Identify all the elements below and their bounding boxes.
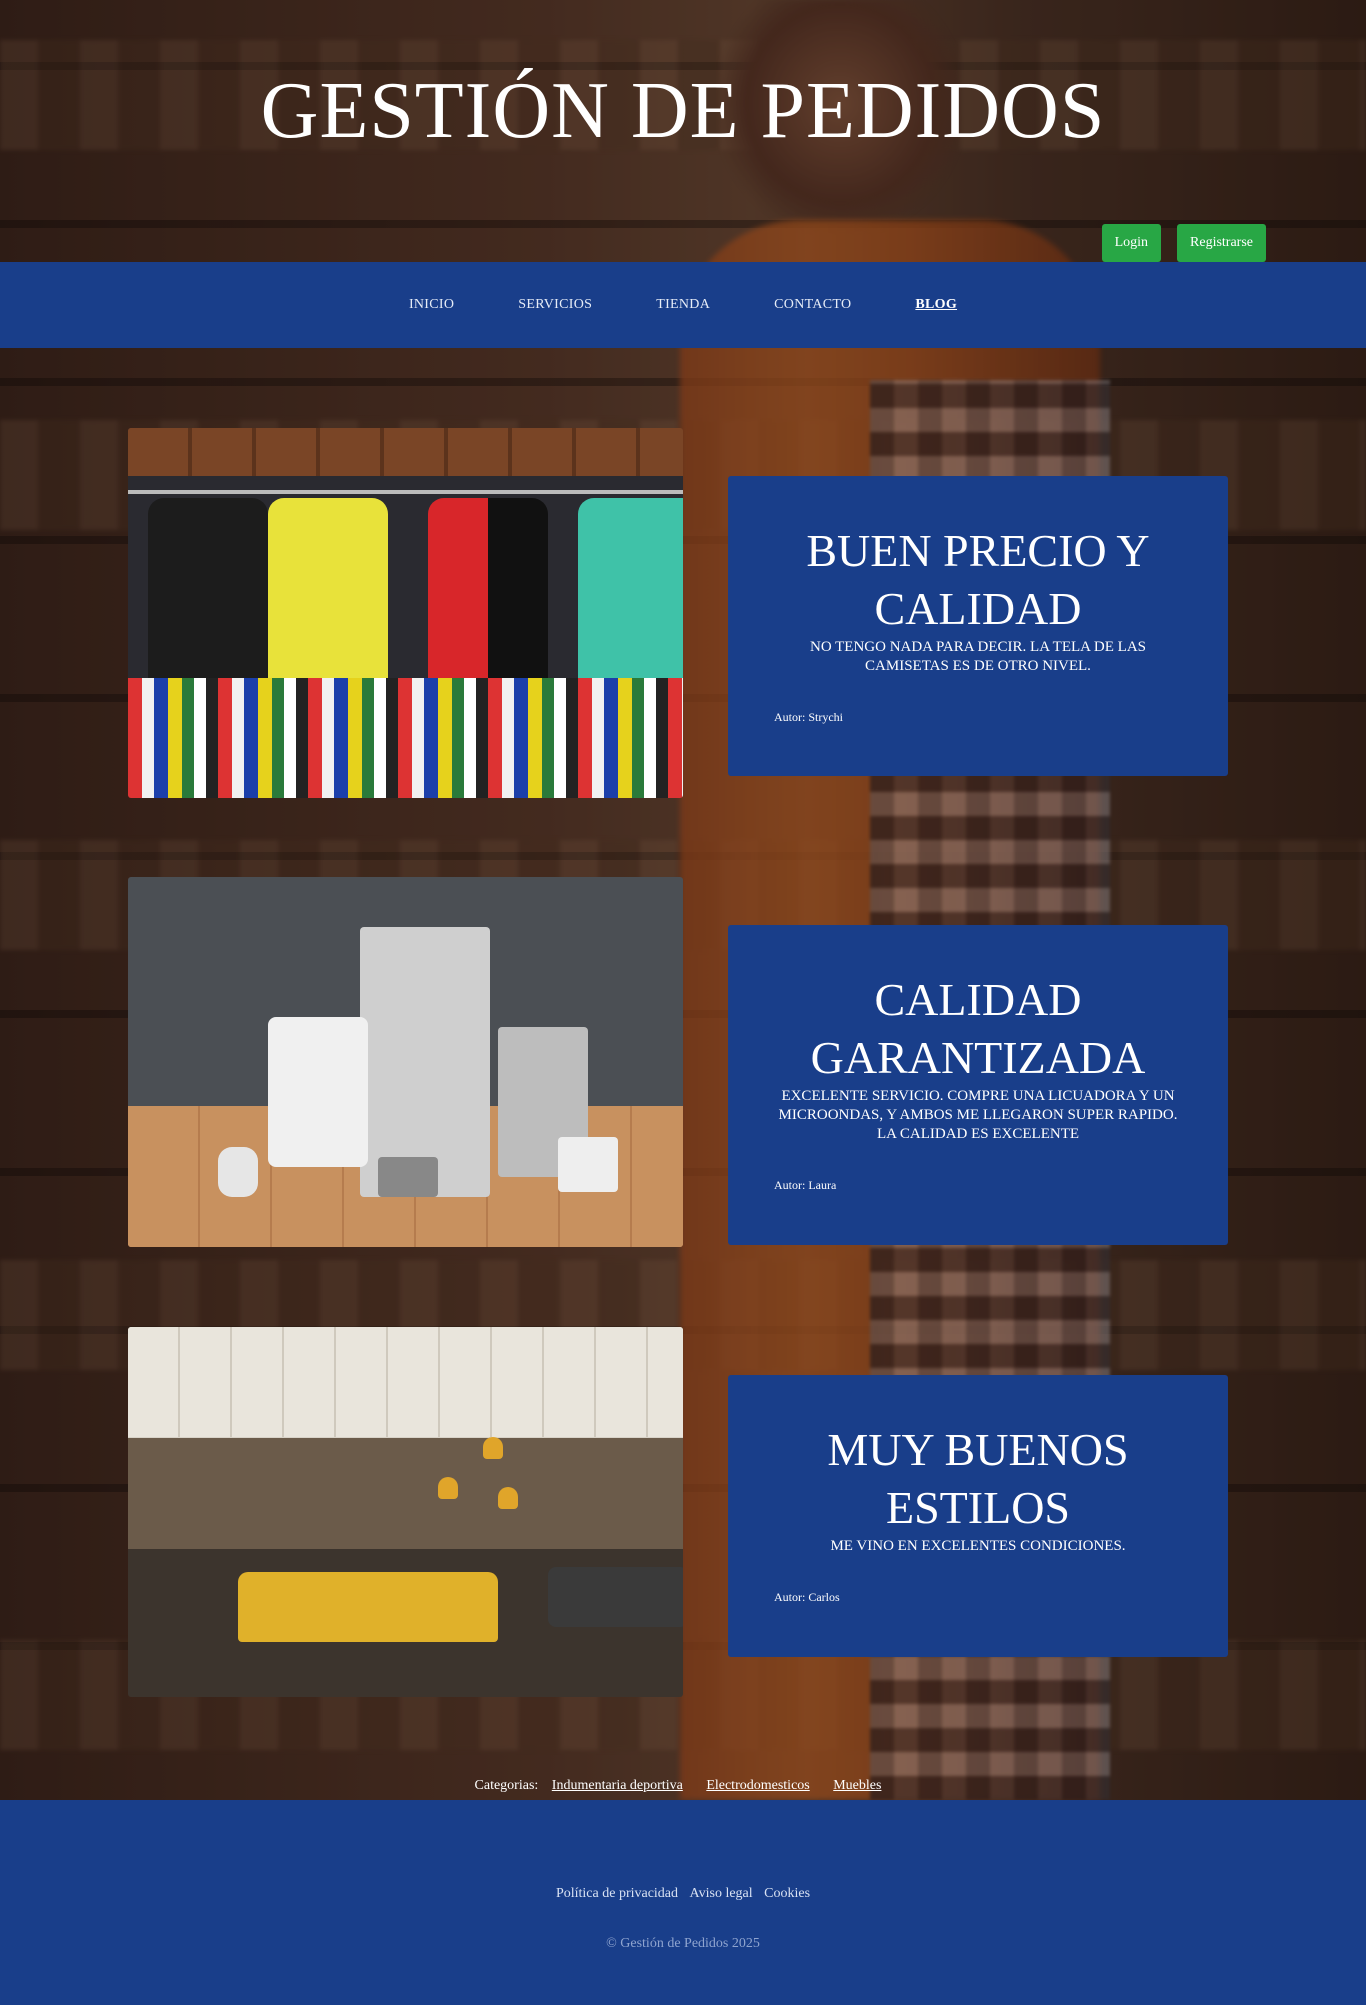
legal-link[interactable]: Aviso legal — [690, 1886, 753, 1901]
review-body: ME VINO EN EXCELENTES CONDICIONES. — [830, 1538, 1126, 1554]
jerseys-store-image — [128, 428, 683, 798]
site-footer: Política de privacidad Aviso legal Cooki… — [0, 1800, 1366, 2005]
review-item: MUY BUENOS ESTILOS ME VINO EN EXCELENTES… — [128, 1327, 1228, 1697]
nav-item-blog[interactable]: BLOG — [883, 297, 989, 313]
copyright: © Gestión de Pedidos 2025 — [606, 1936, 760, 1951]
review-body: EXCELENTE SERVICIO. COMPRE UNA LICUADORA… — [778, 1088, 1178, 1142]
site-title: GESTIÓN DE PEDIDOS — [260, 67, 1106, 155]
review-card: BUEN PRECIO Y CALIDAD NO TENGO NADA PARA… — [728, 476, 1228, 776]
review-title: BUEN PRECIO Y CALIDAD — [806, 525, 1150, 634]
register-button[interactable]: Registrarse — [1177, 224, 1266, 262]
category-link-indumentaria[interactable]: Indumentaria deportiva — [552, 1778, 683, 1793]
review-item: BUEN PRECIO Y CALIDAD NO TENGO NADA PARA… — [128, 428, 1228, 798]
review-item: CALIDAD GARANTIZADA EXCELENTE SERVICIO. … — [128, 877, 1228, 1247]
nav-item-inicio[interactable]: INICIO — [377, 297, 486, 313]
review-body: NO TENGO NADA PARA DECIR. LA TELA DE LAS… — [810, 639, 1146, 674]
review-author: Autor: Carlos — [774, 1590, 840, 1604]
nav-item-tienda[interactable]: TIENDA — [624, 297, 742, 313]
cookies-link[interactable]: Cookies — [764, 1886, 810, 1901]
nav-item-servicios[interactable]: SERVICIOS — [486, 297, 624, 313]
appliances-image — [128, 877, 683, 1247]
review-author: Autor: Laura — [774, 1178, 837, 1192]
footer-links: Política de privacidad Aviso legal Cooki… — [0, 1886, 1366, 1902]
login-button[interactable]: Login — [1101, 224, 1162, 262]
review-author: Autor: Strychi — [774, 710, 843, 724]
auth-buttons: Login Registrarse — [1101, 224, 1266, 262]
privacy-link[interactable]: Política de privacidad — [556, 1886, 678, 1901]
categories-bar: Categorias: Indumentaria deportiva Elect… — [0, 1778, 1366, 1794]
site-header: GESTIÓN DE PEDIDOS Login Registrarse — [0, 0, 1366, 262]
nav-item-contacto[interactable]: CONTACTO — [742, 297, 883, 313]
categories-label: Categorias: — [474, 1778, 539, 1793]
main-nav: INICIO SERVICIOS TIENDA CONTACTO BLOG — [0, 262, 1366, 348]
review-card: MUY BUENOS ESTILOS ME VINO EN EXCELENTES… — [728, 1375, 1228, 1657]
category-link-electrodomesticos[interactable]: Electrodomesticos — [706, 1778, 809, 1793]
review-card: CALIDAD GARANTIZADA EXCELENTE SERVICIO. … — [728, 925, 1228, 1245]
review-title: MUY BUENOS ESTILOS — [827, 1424, 1129, 1533]
review-title: CALIDAD GARANTIZADA — [810, 974, 1146, 1083]
furniture-store-image — [128, 1327, 683, 1697]
category-link-muebles[interactable]: Muebles — [833, 1778, 881, 1793]
